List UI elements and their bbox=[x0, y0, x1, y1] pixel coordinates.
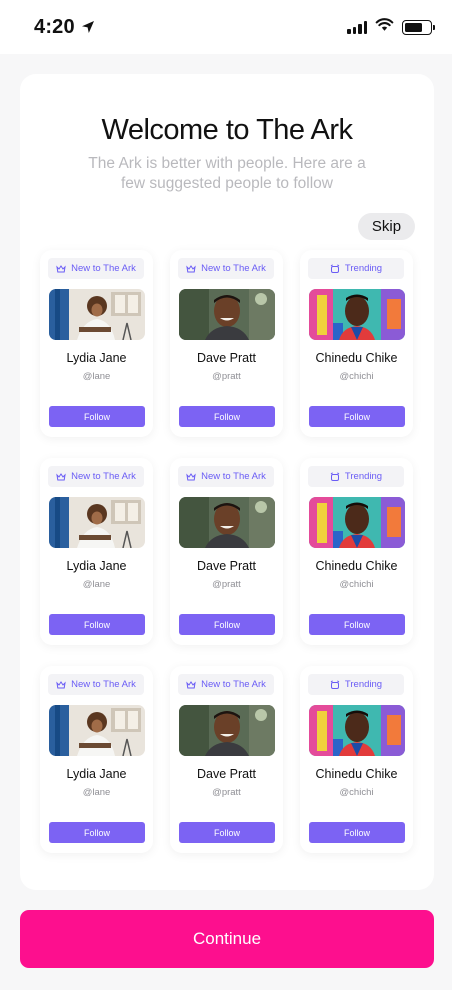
status-badge: New to The Ark bbox=[178, 466, 274, 487]
person-handle: @pratt bbox=[212, 579, 241, 590]
avatar bbox=[179, 705, 275, 756]
avatar bbox=[49, 497, 145, 548]
status-badge: New to The Ark bbox=[178, 258, 274, 279]
person-card: New to The Ark Lydia Jane @lane Follow bbox=[40, 458, 153, 645]
battery-icon bbox=[402, 19, 435, 35]
crown-icon bbox=[56, 472, 66, 482]
avatar bbox=[49, 705, 145, 756]
person-card: Trending Chinedu Chike @chichi Follow bbox=[300, 458, 413, 645]
status-indicators bbox=[347, 17, 435, 37]
status-badge: Trending bbox=[308, 258, 404, 279]
follow-button[interactable]: Follow bbox=[49, 614, 145, 635]
badge-label: New to The Ark bbox=[201, 679, 266, 690]
person-name: Chinedu Chike bbox=[315, 559, 398, 573]
status-badge: New to The Ark bbox=[48, 674, 144, 695]
avatar bbox=[49, 289, 145, 340]
badge-label: Trending bbox=[344, 263, 383, 274]
person-handle: @chichi bbox=[339, 371, 374, 382]
person-handle: @lane bbox=[82, 787, 111, 798]
status-badge: New to The Ark bbox=[48, 466, 144, 487]
person-card: Trending Chinedu Chike @chichi Follow bbox=[300, 666, 413, 853]
crown-icon bbox=[56, 680, 66, 690]
cellular-signal-icon bbox=[347, 20, 367, 34]
status-badge: Trending bbox=[308, 674, 404, 695]
badge-label: New to The Ark bbox=[71, 471, 136, 482]
suggestions-panel: Welcome to The Ark The Ark is better wit… bbox=[20, 74, 434, 890]
person-name: Chinedu Chike bbox=[315, 767, 398, 781]
crown-icon bbox=[186, 680, 196, 690]
follow-button[interactable]: Follow bbox=[309, 614, 405, 635]
person-name: Dave Pratt bbox=[196, 559, 257, 573]
avatar bbox=[309, 497, 405, 548]
alarm-icon bbox=[330, 263, 340, 274]
person-name: Dave Pratt bbox=[196, 767, 257, 781]
alarm-icon bbox=[330, 679, 340, 690]
crown-icon bbox=[186, 472, 196, 482]
follow-button[interactable]: Follow bbox=[309, 822, 405, 843]
follow-button[interactable]: Follow bbox=[49, 822, 145, 843]
badge-label: Trending bbox=[344, 679, 383, 690]
alarm-icon bbox=[330, 471, 340, 482]
person-handle: @pratt bbox=[212, 371, 241, 382]
location-arrow-icon bbox=[81, 20, 95, 34]
person-name: Chinedu Chike bbox=[315, 351, 398, 365]
badge-label: New to The Ark bbox=[201, 471, 266, 482]
crown-icon bbox=[186, 264, 196, 274]
skip-button[interactable]: Skip bbox=[358, 213, 415, 240]
follow-button[interactable]: Follow bbox=[49, 406, 145, 427]
avatar bbox=[309, 289, 405, 340]
follow-button[interactable]: Follow bbox=[179, 822, 275, 843]
person-name: Lydia Jane bbox=[66, 351, 127, 365]
person-handle: @pratt bbox=[212, 787, 241, 798]
person-card: New to The Ark Lydia Jane @lane Follow bbox=[40, 250, 153, 437]
status-badge: New to The Ark bbox=[48, 258, 144, 279]
suggested-people-grid: New to The Ark Lydia Jane @lane Follow New t… bbox=[40, 250, 416, 853]
person-card: Trending Chinedu Chike @chichi Follow bbox=[300, 250, 413, 437]
follow-button[interactable]: Follow bbox=[179, 614, 275, 635]
status-bar: 4:20 bbox=[0, 0, 452, 54]
person-card: New to The Ark Dave Pratt @pratt Follow bbox=[170, 250, 283, 437]
person-name: Lydia Jane bbox=[66, 559, 127, 573]
badge-label: New to The Ark bbox=[71, 263, 136, 274]
status-badge: Trending bbox=[308, 466, 404, 487]
avatar bbox=[179, 289, 275, 340]
follow-button[interactable]: Follow bbox=[309, 406, 405, 427]
person-name: Dave Pratt bbox=[196, 351, 257, 365]
badge-label: New to The Ark bbox=[201, 263, 266, 274]
person-handle: @lane bbox=[82, 371, 111, 382]
status-badge: New to The Ark bbox=[178, 674, 274, 695]
crown-icon bbox=[56, 264, 66, 274]
person-card: New to The Ark Lydia Jane @lane Follow bbox=[40, 666, 153, 853]
person-handle: @chichi bbox=[339, 787, 374, 798]
badge-label: Trending bbox=[344, 471, 383, 482]
follow-button[interactable]: Follow bbox=[179, 406, 275, 427]
wifi-icon bbox=[375, 17, 394, 37]
person-handle: @chichi bbox=[339, 579, 374, 590]
avatar bbox=[309, 705, 405, 756]
person-card: New to The Ark Dave Pratt @pratt Follow bbox=[170, 458, 283, 645]
page-subtitle: The Ark is better with people. Here are … bbox=[88, 155, 366, 192]
badge-label: New to The Ark bbox=[71, 679, 136, 690]
status-time: 4:20 bbox=[34, 15, 75, 38]
person-handle: @lane bbox=[82, 579, 111, 590]
person-card: New to The Ark Dave Pratt @pratt Follow bbox=[170, 666, 283, 853]
continue-button[interactable]: Continue bbox=[20, 910, 434, 968]
avatar bbox=[179, 497, 275, 548]
person-name: Lydia Jane bbox=[66, 767, 127, 781]
page-title: Welcome to The Ark bbox=[101, 114, 353, 146]
